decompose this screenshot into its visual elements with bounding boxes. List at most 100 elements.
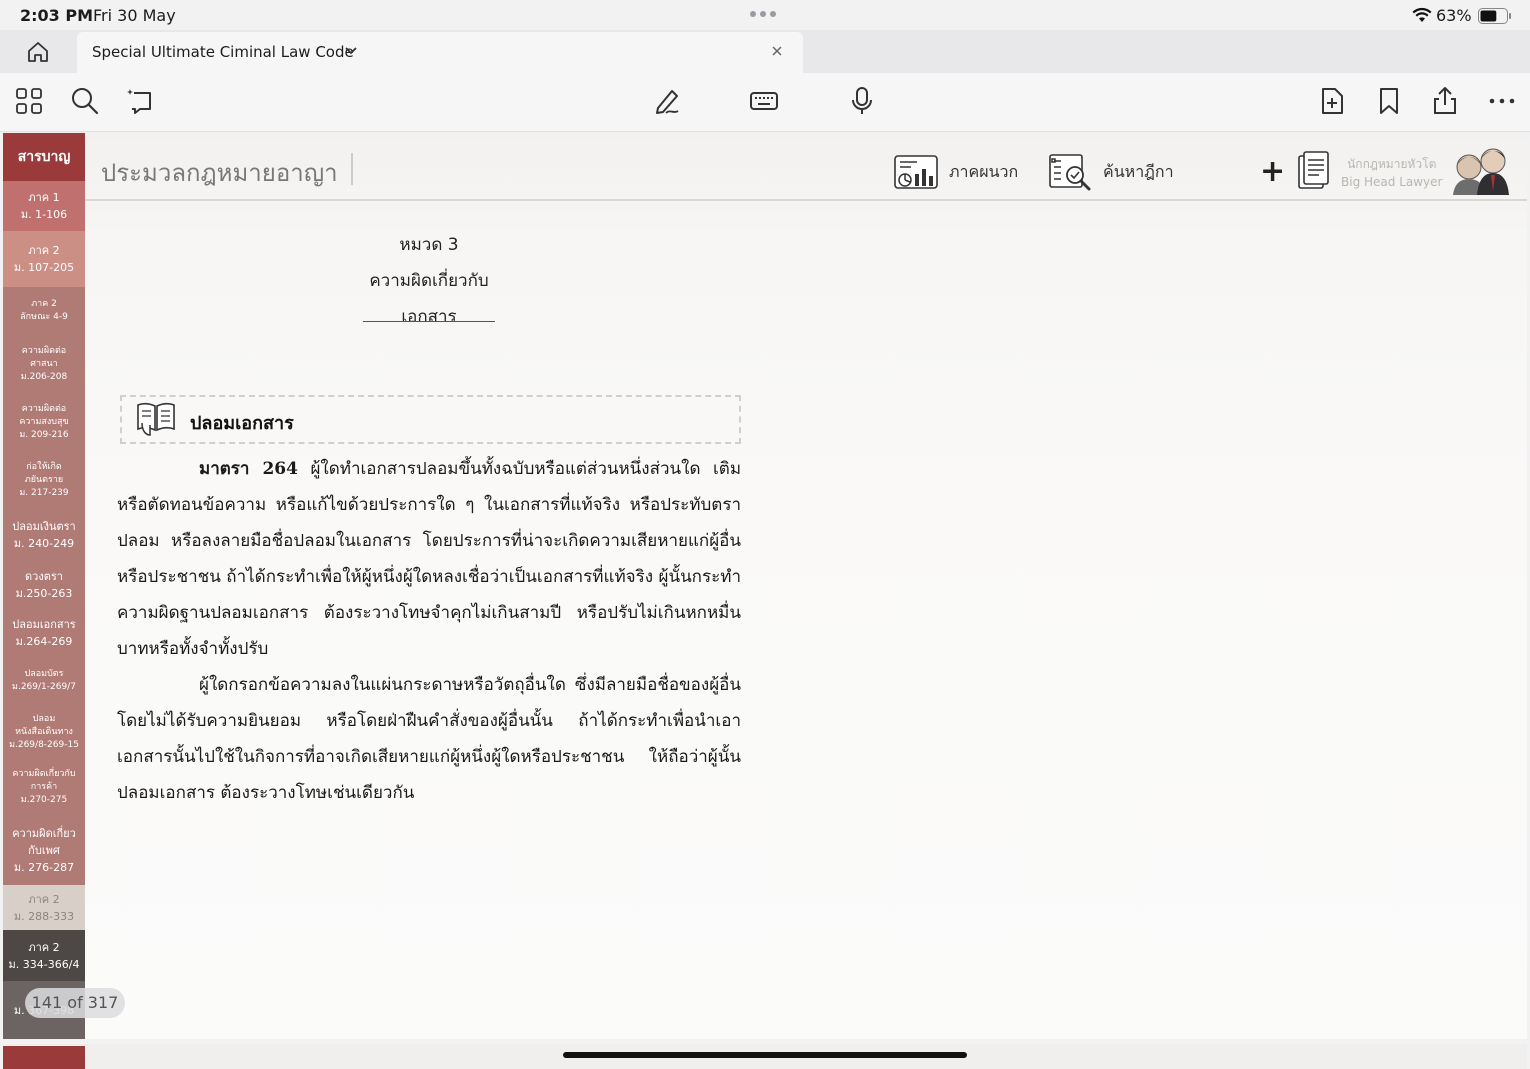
sidebar-item-15[interactable]: ภาค 2 ม. 334-366/4 <box>3 930 85 981</box>
chapter-heading: หมวด 3 ความผิดเกี่ยวกับเอกสาร <box>343 227 515 335</box>
lasso-icon[interactable] <box>126 86 156 116</box>
microphone-icon[interactable] <box>847 86 877 116</box>
search-icon[interactable] <box>70 86 100 116</box>
bookmark-icon[interactable] <box>1374 86 1404 116</box>
home-indicator[interactable] <box>563 1052 967 1058</box>
notes-icon[interactable] <box>1297 150 1331 192</box>
sidebar-item-0[interactable]: สารบาญ <box>3 133 85 181</box>
sidebar-item-1[interactable]: ภาค 1 ม. 1-106 <box>3 181 85 231</box>
home-icon[interactable] <box>26 40 50 64</box>
sidebar-item-label: ดวงตรา <box>25 570 63 583</box>
sidebar-item-label: การค้า <box>30 781 58 792</box>
multitasking-dots[interactable] <box>750 11 776 17</box>
lawyers-illustration <box>1447 147 1517 195</box>
sidebar-item-label: ก่อให้เกิด <box>26 461 62 472</box>
sidebar-item-label: ภยันตราย <box>24 474 64 485</box>
paragraph-1: มาตรา 264 ผู้ใดทำเอกสารปลอมขึ้นทั้งฉบับห… <box>117 451 741 667</box>
paragraph-2: ผู้ใดกรอกข้อความลงในแผ่นกระดาษหรือวัตถุอ… <box>117 667 741 811</box>
chart-icon <box>894 155 938 189</box>
keyboard-icon[interactable] <box>749 86 779 116</box>
sidebar-item-14[interactable]: ภาค 2 ม. 288-333 <box>3 885 85 930</box>
tab-title: Special Ultimate Ciminal Law Code <box>92 43 354 61</box>
page-title: ประมวลกฎหมายอาญา <box>101 159 338 187</box>
sidebar-item-label: ความผิดเกี่ยวกับ <box>12 768 76 779</box>
sidebar-item-label: ความสงบสุข <box>19 416 69 427</box>
pen-icon[interactable] <box>652 86 682 116</box>
status-time: 2:03 PM <box>20 6 94 25</box>
sidebar-item-label: ปลอมบัตร <box>24 669 64 679</box>
paragraph-1-text: ผู้ใดทำเอกสารปลอมขึ้นทั้งฉบับหรือแต่ส่วน… <box>117 459 742 659</box>
brand-logo: นักกฎหมายหัวโต Big Head Lawyer <box>1341 155 1442 191</box>
sidebar-item-5[interactable]: ความผิดต่อความสงบสุขม. 209-216 <box>3 393 85 451</box>
sidebar-item-8[interactable]: ดวงตราม.250-263 <box>3 561 85 609</box>
add-icon[interactable]: + <box>1260 157 1285 187</box>
sidebar-item-label: ม.250-263 <box>15 587 73 600</box>
sidebar-item-label: ภาค 2 <box>31 299 57 309</box>
paragraph-2-text: ผู้ใดกรอกข้อความลงในแผ่นกระดาษหรือวัตถุอ… <box>117 675 741 803</box>
more-icon[interactable] <box>1487 86 1517 116</box>
page-header: ประมวลกฎหมายอาญา ภาคผนวก ค้นหาฎีกา + นัก… <box>3 133 1527 201</box>
sidebar-item-label: ม. 288-333 <box>13 909 75 923</box>
appendix-button[interactable]: ภาคผนวก <box>893 153 1018 191</box>
document-page[interactable]: ประมวลกฎหมายอาญา ภาคผนวก ค้นหาฎีกา + นัก… <box>3 133 1527 1039</box>
next-page-sidebar-tab <box>3 1046 85 1069</box>
sidebar-item-label: ม.206-208 <box>20 371 68 382</box>
sidebar-item-label: ภาค 1 <box>28 191 60 204</box>
sidebar-item-label: ม. 276-287 <box>13 860 75 874</box>
section-sidebar: สารบาญภาค 1 ม. 1-106 ภาค 2 ม. 107-205 ภาค 2 ล… <box>3 133 85 1039</box>
brand-line-2: Big Head Lawyer <box>1341 175 1443 189</box>
chevron-down-icon[interactable] <box>345 47 357 55</box>
document-search-icon <box>1049 154 1091 191</box>
add-page-icon[interactable] <box>1317 86 1347 116</box>
sidebar-item-label: ภาค 2 <box>28 940 60 954</box>
toolbar <box>0 73 1530 132</box>
chapter-title: ความผิดเกี่ยวกับเอกสาร <box>369 271 489 327</box>
close-tab-icon[interactable] <box>771 45 783 57</box>
sidebar-item-label: ม. 217-239 <box>19 487 69 498</box>
sidebar-item-4[interactable]: ความผิดต่อศาสนาม.206-208 <box>3 335 85 393</box>
sidebar-item-label: ม. 1-106 <box>20 208 68 221</box>
sidebar-item-9[interactable]: ปลอมเอกสารม.264-269 <box>3 609 85 657</box>
sidebar-item-13[interactable]: ความผิดเกี่ยว กับเพศ ม. 276-287 <box>3 815 85 885</box>
chapter-divider <box>363 321 495 322</box>
chapter-number: หมวด 3 <box>399 235 459 255</box>
sidebar-item-label: ม.270-275 <box>20 794 68 805</box>
search-dika-button[interactable]: ค้นหาฎีกา <box>1047 153 1174 191</box>
battery-percent: 63% <box>1436 6 1472 25</box>
sidebar-item-3[interactable]: ภาค 2 ลักษณะ 4-9 <box>3 287 85 335</box>
sidebar-item-label: ศาสนา <box>30 358 58 369</box>
sidebar-item-label: ความผิดต่อ <box>21 403 67 414</box>
sidebar-item-label: ม. 334-366/4 <box>8 957 80 971</box>
sidebar-item-12[interactable]: ความผิดเกี่ยวกับการค้าม.270-275 <box>3 759 85 815</box>
sidebar-item-label: ปลอมเงินตรา <box>12 520 76 533</box>
sidebar-item-label: ความผิดต่อ <box>21 345 67 356</box>
grid-icon[interactable] <box>14 86 44 116</box>
share-icon[interactable] <box>1430 86 1460 116</box>
sidebar-item-label: ม.269/8-269-15 <box>9 739 79 750</box>
sidebar-item-label: ลักษณะ 4-9 <box>20 312 68 322</box>
sidebar-item-label: ม. 107-205 <box>13 261 75 274</box>
title-divider <box>351 153 353 185</box>
sidebar-item-label: ภาค 2 <box>28 892 60 906</box>
sidebar-item-11[interactable]: ปลอม หนังสือเดินทาง ม.269/8-269-15 <box>3 705 85 759</box>
battery-icon <box>1478 8 1512 24</box>
sidebar-item-10[interactable]: ปลอมบัตรม.269/1-269/7 <box>3 657 85 705</box>
sidebar-item-label: ปลอมเอกสาร <box>12 618 76 631</box>
document-tab[interactable]: Special Ultimate Ciminal Law Code <box>77 32 803 73</box>
wifi-icon <box>1412 7 1432 23</box>
open-book-icon <box>136 401 176 437</box>
sidebar-item-6[interactable]: ก่อให้เกิดภยันตรายม. 217-239 <box>3 451 85 509</box>
appendix-label: ภาคผนวก <box>949 161 1019 181</box>
sidebar-item-2[interactable]: ภาค 2 ม. 107-205 <box>3 231 85 287</box>
sidebar-item-7[interactable]: ปลอมเงินตรา ม. 240-249 <box>3 509 85 561</box>
article-text: มาตรา 264 ผู้ใดทำเอกสารปลอมขึ้นทั้งฉบับห… <box>117 451 741 811</box>
sidebar-item-label: ม.269/1-269/7 <box>12 682 76 692</box>
status-date: Fri 30 May <box>93 6 176 25</box>
tab-bar: Special Ultimate Ciminal Law Code <box>0 30 1530 73</box>
sidebar-item-label: ม.264-269 <box>15 635 73 648</box>
sidebar-item-label: ม. 209-216 <box>19 429 69 440</box>
sidebar-item-label: ปลอม <box>32 713 56 724</box>
sidebar-item-label: ภาค 2 <box>28 244 60 257</box>
sidebar-item-label: กับเพศ <box>28 843 60 857</box>
search-dika-label: ค้นหาฎีกา <box>1103 161 1174 181</box>
